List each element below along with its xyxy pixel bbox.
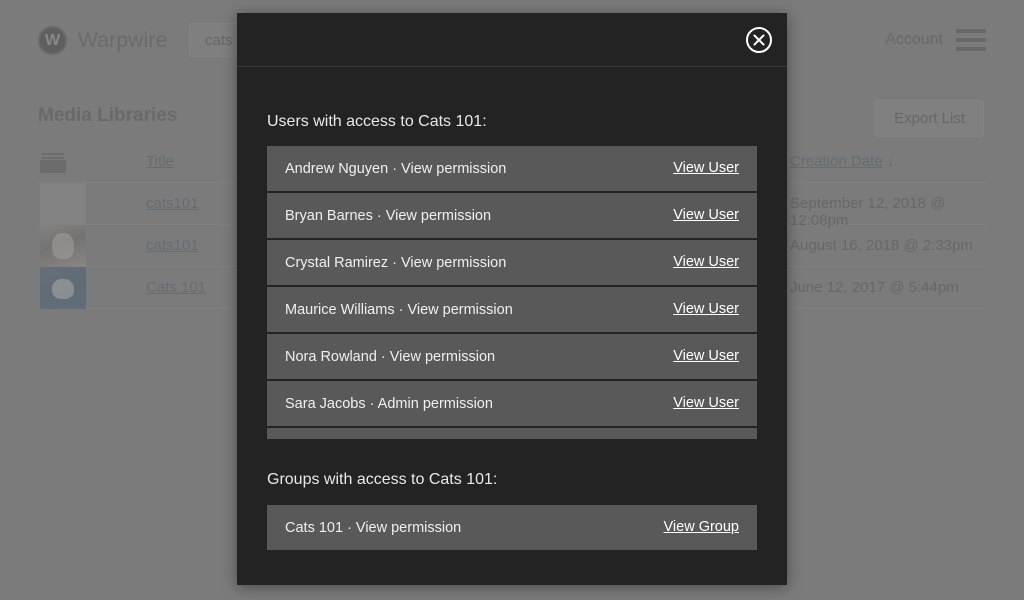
groups-access-list: Cats 101 · View permission View Group [267, 505, 757, 550]
sort-descending-icon: ↓ [883, 153, 895, 170]
users-section-heading: Users with access to Cats 101: [267, 67, 757, 146]
row-creation-date: August 16, 2018 @ 2:33pm [790, 237, 973, 254]
row-title-link[interactable]: Cats 101 [146, 279, 206, 296]
user-permission-label: Crystal Ramirez · View permission [285, 255, 506, 271]
thumbnail[interactable] [40, 267, 86, 309]
list-item[interactable]: Maurice Williams · View permission View … [267, 287, 757, 332]
user-permission-label: Andrew Nguyen · View permission [285, 161, 506, 177]
list-item[interactable]: Saul Brown · View permission View User [267, 428, 757, 439]
hamburger-menu-icon[interactable] [956, 29, 986, 51]
groups-section-heading: Groups with access to Cats 101: [267, 439, 757, 505]
view-user-link[interactable]: View User [673, 207, 739, 223]
view-group-link[interactable]: View Group [664, 519, 740, 535]
row-creation-date: June 12, 2017 @ 5:44pm [790, 279, 959, 296]
view-user-link[interactable]: View User [673, 348, 739, 364]
column-header-creation-date-label: Creation Date [790, 153, 883, 170]
list-item[interactable]: Cats 101 · View permission View Group [267, 505, 757, 550]
user-permission-label: Nora Rowland · View permission [285, 349, 495, 365]
list-item[interactable]: Sara Jacobs · Admin permission View User [267, 381, 757, 426]
view-user-link[interactable]: View User [673, 301, 739, 317]
users-access-list[interactable]: Andrew Nguyen · View permission View Use… [267, 146, 757, 439]
list-item[interactable]: Bryan Barnes · View permission View User [267, 193, 757, 238]
export-list-button[interactable]: Export List [875, 100, 984, 137]
search-input-value: cats [205, 32, 233, 49]
user-permission-label: Sara Jacobs · Admin permission [285, 396, 493, 412]
row-title-link[interactable]: cats101 [146, 237, 199, 254]
list-item[interactable]: Crystal Ramirez · View permission View U… [267, 240, 757, 285]
list-item[interactable]: Andrew Nguyen · View permission View Use… [267, 146, 757, 191]
user-permission-label: Maurice Williams · View permission [285, 302, 513, 318]
user-permission-label: Bryan Barnes · View permission [285, 208, 491, 224]
list-item[interactable]: Nora Rowland · View permission View User [267, 334, 757, 379]
page-title: Media Libraries [38, 105, 177, 127]
view-user-link[interactable]: View User [673, 395, 739, 411]
close-icon[interactable] [746, 27, 772, 53]
modal-body: Users with access to Cats 101: Andrew Ng… [237, 67, 787, 550]
account-menu[interactable]: Account [885, 29, 986, 51]
brand-name: Warpwire [78, 29, 168, 53]
group-permission-label: Cats 101 · View permission [285, 520, 461, 536]
library-folder-icon [40, 153, 66, 173]
column-header-title[interactable]: Title [146, 153, 174, 170]
column-header-creation-date[interactable]: Creation Date↓ [790, 153, 894, 170]
warpwire-logo-icon: W [38, 26, 67, 55]
row-creation-date: September 12, 2018 @ 12:08pm [790, 195, 986, 229]
view-user-link[interactable]: View User [673, 254, 739, 270]
account-label: Account [885, 31, 943, 49]
view-user-link[interactable]: View User [673, 160, 739, 176]
row-title-link[interactable]: cats101 [146, 195, 199, 212]
modal-header [237, 13, 787, 67]
thumbnail[interactable] [40, 183, 86, 225]
thumbnail[interactable] [40, 225, 86, 267]
permissions-modal: Users with access to Cats 101: Andrew Ng… [237, 13, 787, 585]
brand-logo[interactable]: W Warpwire [38, 26, 168, 55]
